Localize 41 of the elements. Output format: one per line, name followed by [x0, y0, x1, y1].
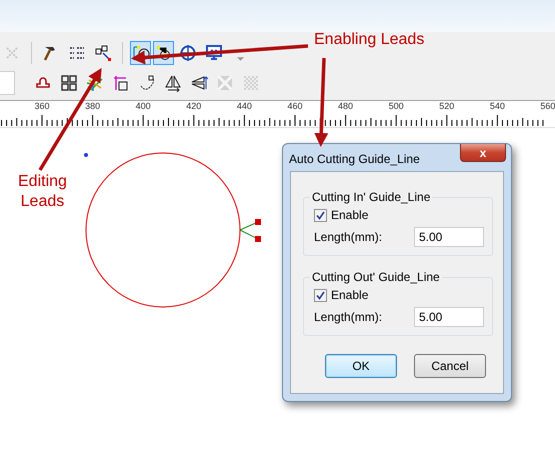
annotation-label: Editing Leads [18, 172, 67, 212]
ruler-label: 360 [33, 101, 50, 113]
group-title: Cutting In' Guide_Line [311, 190, 432, 204]
ruler-label: 540 [488, 101, 506, 113]
ruler-label: 460 [286, 101, 304, 113]
corner-icon [112, 74, 130, 92]
checkbox[interactable] [314, 208, 327, 222]
ruler-label: 520 [438, 101, 456, 113]
ruler-label: 400 [134, 101, 152, 113]
mirror-icon [164, 74, 182, 92]
ruler-label: 500 [388, 101, 405, 113]
caret-icon [236, 57, 244, 61]
ruler-label: 560 [539, 101, 555, 113]
circle-lead-icon [154, 44, 172, 62]
field-label: Length(mm): [314, 310, 382, 324]
ruler-label: 480 [337, 101, 354, 113]
mirror-icon [190, 74, 208, 92]
fill-icon [216, 74, 234, 92]
field-label: Length(mm): [314, 230, 382, 244]
nodes-icon [94, 44, 112, 62]
annotation-label: Enabling Leads [314, 30, 424, 50]
circle-lead-icon [132, 44, 150, 62]
input-field[interactable] [0, 71, 15, 95]
input-field[interactable]: 5.00 [414, 307, 484, 327]
dialog-button[interactable]: Cancel [414, 354, 486, 378]
grid-icon [60, 74, 78, 92]
group-title: Cutting Out' Guide_Line [311, 270, 441, 284]
lead-lines [240, 219, 261, 242]
ruler-label: 380 [84, 101, 102, 113]
dialog-title: Auto Cutting Guide_Line [289, 152, 420, 166]
checkbox-label: Enable [331, 208, 368, 222]
dialog-button[interactable]: OK [325, 354, 397, 378]
ruler-label: 440 [236, 101, 253, 113]
checkbox[interactable] [314, 288, 327, 302]
checkbox-label: Enable [331, 288, 368, 302]
ruler-label: 420 [185, 101, 202, 113]
curve-path-icon [138, 74, 156, 92]
start-point [84, 153, 88, 157]
target-icon [179, 44, 197, 62]
input-field[interactable]: 5.00 [414, 227, 484, 247]
close-button[interactable]: x [460, 144, 506, 162]
